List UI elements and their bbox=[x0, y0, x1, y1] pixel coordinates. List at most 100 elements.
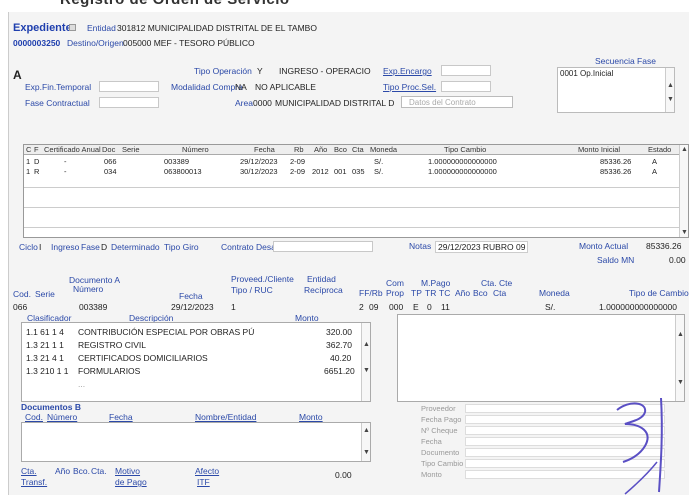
ffrb-label: FF/Rb bbox=[359, 288, 383, 298]
docb-nombre-header[interactable]: Nombre/Entidad bbox=[195, 412, 256, 422]
documentos-b-list[interactable]: ▲ ▼ bbox=[21, 422, 371, 462]
docb-cod-header[interactable]: Cod. bbox=[25, 412, 43, 422]
docb-monto-header[interactable]: Monto bbox=[299, 412, 323, 422]
cell-estado: A bbox=[652, 157, 658, 166]
reciproca-label: Recíproca bbox=[304, 285, 343, 295]
area-label: Area bbox=[235, 98, 253, 108]
list-item[interactable]: 1.3 210 1 1 FORMULARIOS 6651.20 bbox=[26, 366, 355, 378]
doc-moneda-value: S/. bbox=[545, 302, 556, 312]
scroll-up-icon[interactable]: ▲ bbox=[362, 427, 371, 434]
motivo-link[interactable]: Motivo bbox=[115, 466, 140, 476]
clasificador-scrollbar[interactable]: ▲ ▼ bbox=[361, 323, 370, 401]
exp-encargo-input[interactable] bbox=[441, 65, 491, 76]
list-item[interactable]: 1.3 21 1 1 REGISTRO CIVIL 362.70 bbox=[26, 340, 352, 352]
documentos-b-label: Documentos B bbox=[21, 402, 81, 412]
docb-numero-header[interactable]: Número bbox=[47, 412, 77, 422]
fase-contractual-input[interactable] bbox=[99, 97, 159, 108]
col-serie: Serie bbox=[122, 145, 140, 154]
fase-label: Fase bbox=[81, 242, 100, 252]
expediente-title: Expediente bbox=[13, 22, 72, 34]
grid-row-divider bbox=[24, 207, 684, 208]
cell-numero: 063800013 bbox=[164, 167, 202, 176]
itf-link[interactable]: ITF bbox=[197, 477, 210, 487]
doc-fecha-value[interactable]: 29/12/2023 bbox=[171, 302, 214, 312]
secuencia-scrollbar[interactable]: ▲ ▼ bbox=[665, 68, 674, 112]
doc-fecha-label: Fecha bbox=[179, 291, 203, 301]
list-item[interactable]: 1.1 61 1 4 CONTRIBUCIÓN ESPECIAL POR OBR… bbox=[26, 327, 352, 339]
tipo-ruc-label: Tipo / RUC bbox=[231, 285, 273, 295]
clasif-monto: 40.20 bbox=[330, 353, 352, 363]
clasif-monto: 6651.20 bbox=[324, 366, 355, 376]
grid-header: C F Certificado Anual Doc Serie Número F… bbox=[24, 145, 688, 155]
cell-doc: 066 bbox=[104, 157, 117, 166]
area-code[interactable]: 0000 bbox=[253, 98, 272, 108]
modalidad-label: Modalidad Compra bbox=[171, 82, 243, 92]
monto-actual-value: 85336.26 bbox=[646, 241, 682, 251]
col-moneda: Moneda bbox=[370, 145, 398, 154]
doc-cod-value[interactable]: 066 bbox=[13, 302, 27, 312]
clasif-monto: 320.00 bbox=[326, 327, 352, 337]
scroll-up-icon[interactable]: ▲ bbox=[680, 146, 689, 153]
scroll-up-icon[interactable]: ▲ bbox=[676, 331, 685, 338]
scroll-up-icon[interactable]: ▲ bbox=[362, 341, 371, 348]
tipo-proc-sel-link[interactable]: Tipo Proc.Sel. bbox=[383, 82, 436, 92]
doc-tipo-value[interactable]: 1 bbox=[231, 302, 236, 312]
table-row[interactable]: 1 D - 066 003389 29/12/2023 2-09 S/. 1.0… bbox=[24, 157, 688, 167]
footer-cta-label: Cta. bbox=[91, 466, 107, 476]
footer-total: 0.00 bbox=[335, 470, 352, 480]
cell-moneda: S/. bbox=[374, 157, 384, 166]
clasif-monto: 362.70 bbox=[326, 340, 352, 350]
tipo-proc-sel-input[interactable] bbox=[441, 81, 491, 92]
col-cta: Cta bbox=[352, 145, 364, 154]
de-pago-link[interactable]: de Pago bbox=[115, 477, 147, 487]
contrato-desafe-input[interactable] bbox=[273, 241, 373, 252]
docb-fecha-header[interactable]: Fecha bbox=[109, 412, 133, 422]
secuencia-fase-item[interactable]: 0001 Op.Inicial bbox=[560, 69, 613, 78]
notas-label: Notas bbox=[409, 241, 432, 251]
doc-tipo-cambio-label: Tipo de Cambio bbox=[629, 288, 689, 298]
scroll-down-icon[interactable]: ▼ bbox=[362, 367, 371, 374]
afecto-link[interactable]: Afecto bbox=[195, 466, 219, 476]
detalle-scrollbar[interactable]: ▲ ▼ bbox=[675, 315, 684, 401]
notas-value[interactable]: 29/12/2023 RUBRO 09 bbox=[435, 241, 529, 253]
doc-numero-value[interactable]: 003389 bbox=[79, 302, 107, 312]
tipo-operacion-code[interactable]: Y bbox=[257, 66, 263, 76]
footer-cta-link[interactable]: Cta. bbox=[21, 466, 37, 476]
footer-transf-link[interactable]: Transf. bbox=[21, 477, 47, 487]
exp-encargo-link[interactable]: Exp.Encargo bbox=[383, 66, 432, 76]
saldo-label: Saldo MN bbox=[597, 255, 635, 265]
scroll-down-icon[interactable]: ▼ bbox=[676, 379, 685, 386]
tipo-operacion-value: INGRESO - OPERACIO bbox=[279, 66, 371, 76]
documentos-b-scrollbar[interactable]: ▲ ▼ bbox=[361, 423, 370, 461]
col-fecha: Fecha bbox=[254, 145, 275, 154]
col-bco: Bco bbox=[334, 145, 347, 154]
detalle-panel[interactable]: ▲ ▼ bbox=[397, 314, 685, 402]
destino-value: 005000 MEF - TESORO PÚBLICO bbox=[123, 38, 255, 48]
col-anio: Año bbox=[314, 145, 328, 154]
tr-label: TR bbox=[425, 288, 437, 298]
scroll-down-icon[interactable]: ▼ bbox=[362, 449, 371, 456]
footer-bco-label: Bco. bbox=[73, 466, 91, 476]
cell-fecha: 30/12/2023 bbox=[240, 167, 278, 176]
right-label: Monto bbox=[421, 470, 442, 479]
grid-scrollbar[interactable]: ▲ ▼ bbox=[679, 145, 688, 237]
cell-c: 1 bbox=[26, 157, 31, 166]
secuencia-fase-list[interactable]: 0001 Op.Inicial ▲ ▼ bbox=[557, 67, 675, 113]
grid-row-divider bbox=[24, 227, 684, 228]
doc-cta-label: Cta bbox=[493, 288, 507, 298]
cta-cte-label: Cta. Cte bbox=[481, 278, 513, 288]
expediente-lookup-icon[interactable] bbox=[69, 24, 76, 31]
scroll-up-icon[interactable]: ▲ bbox=[666, 82, 675, 89]
scroll-down-icon[interactable]: ▼ bbox=[666, 96, 675, 103]
list-item[interactable]: 1.3 21 4 1 CERTIFICADOS DOMICILIARIOS 40… bbox=[26, 353, 351, 365]
scroll-down-icon[interactable]: ▼ bbox=[680, 229, 689, 236]
cell-rb: 2-09 bbox=[290, 167, 306, 176]
exp-fin-temporal-input[interactable] bbox=[99, 81, 159, 92]
ciclo-desc: Ingreso bbox=[51, 242, 80, 252]
proveed-label: Proveed./Cliente bbox=[231, 274, 294, 284]
modalidad-code[interactable]: NA bbox=[235, 82, 247, 92]
right-label: Fecha Pago bbox=[421, 415, 462, 424]
tipo-operacion-label: Tipo Operación bbox=[194, 66, 252, 76]
table-row[interactable]: 1 R - 034 063800013 30/12/2023 2-09 2012… bbox=[24, 167, 688, 177]
cell-tc: 1.000000000000000 bbox=[428, 167, 497, 176]
